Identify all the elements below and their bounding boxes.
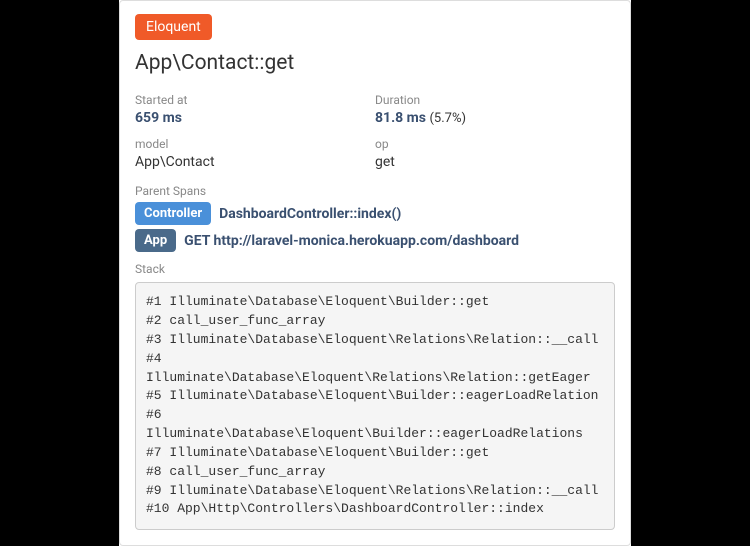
parent-span-row[interactable]: Controller DashboardController::index() xyxy=(135,202,615,225)
model-label: model xyxy=(135,137,375,151)
op-label: op xyxy=(375,137,615,151)
stack-label: Stack xyxy=(135,262,615,276)
stack-trace: #1 Illuminate\Database\Eloquent\Builder:… xyxy=(135,282,615,530)
parent-span-text: DashboardController::index() xyxy=(219,206,401,222)
duration-value: 81.8 ms (5.7%) xyxy=(375,109,615,129)
app-badge: App xyxy=(135,229,176,252)
started-at-label: Started at xyxy=(135,93,375,107)
started-at-block: Started at 659 ms xyxy=(135,93,375,129)
parent-span-text: GET http://laravel-monica.herokuapp.com/… xyxy=(184,233,519,249)
duration-ms: 81.8 ms xyxy=(375,110,426,126)
category-badge: Eloquent xyxy=(135,14,212,40)
model-value: App\Contact xyxy=(135,153,375,173)
duration-pct: (5.7%) xyxy=(429,111,466,126)
duration-block: Duration 81.8 ms (5.7%) xyxy=(375,93,615,129)
parent-spans-label: Parent Spans xyxy=(135,184,615,198)
controller-badge: Controller xyxy=(135,202,211,225)
model-block: model App\Contact xyxy=(135,137,375,173)
op-block: op get xyxy=(375,137,615,173)
page-container: Eloquent App\Contact::get Started at 659… xyxy=(119,0,631,546)
span-title: App\Contact::get xyxy=(135,51,615,75)
started-at-value: 659 ms xyxy=(135,109,375,129)
op-value: get xyxy=(375,153,615,173)
info-grid: Started at 659 ms Duration 81.8 ms (5.7%… xyxy=(135,93,615,180)
duration-label: Duration xyxy=(375,93,615,107)
detail-panel: Eloquent App\Contact::get Started at 659… xyxy=(119,0,631,546)
parent-span-row[interactable]: App GET http://laravel-monica.herokuapp.… xyxy=(135,229,615,252)
